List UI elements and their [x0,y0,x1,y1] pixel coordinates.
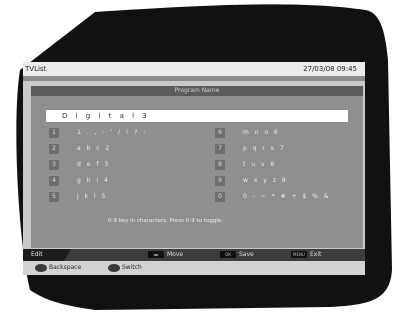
switch-label: Switch [122,264,142,271]
key-chars: j k l 5 [77,193,108,200]
menu-key-icon: MENU [291,251,307,258]
move-label: Move [167,251,184,258]
key-chars: t u v 8 [243,161,277,168]
key-6[interactable]: 6 m n o 6 [215,127,280,139]
key-0[interactable]: 0 0 - ~ * # + $ % & [215,191,331,203]
exit-button[interactable]: MENU Exit [291,249,321,261]
key-number: 2 [49,144,59,154]
key-5[interactable]: 5 j k l 5 [49,191,107,203]
key-7[interactable]: 7 p q r s 7 [215,143,286,155]
screen-content: Program Name D i g i t a l 3 1 1 . , - ' … [23,62,365,275]
green-button-icon [108,263,120,272]
backspace-label: Backspace [49,264,82,271]
key-number: 7 [215,144,225,154]
save-label: Save [239,251,254,258]
key-number: 1 [49,128,59,138]
key-number: 5 [49,192,59,202]
ok-key-icon: OK [220,251,236,258]
key-number: 6 [215,128,225,138]
key-1[interactable]: 1 1 . , - ' / ! ? : [49,127,147,139]
key-number: 4 [49,176,59,186]
key-chars: m n o 6 [243,129,280,136]
program-name-input[interactable]: D i g i t a l 3 [46,110,348,122]
key-3[interactable]: 3 d e f 3 [49,159,110,171]
key-chars: g h i 4 [77,177,110,184]
key-9[interactable]: 9 w x y z 9 [215,175,288,187]
key-chars: 1 . , - ' / ! ? : [77,129,148,136]
key-chars: a b c 2 [77,145,112,152]
key-number: 3 [49,160,59,170]
program-name-value: D i g i t a l 3 [62,112,150,120]
save-button[interactable]: OK Save [220,249,254,261]
key-chars: d e f 3 [77,161,111,168]
key-chars: p q r s 7 [243,145,286,152]
mode-tab: Edit [23,249,71,261]
left-right-key-icon: ◄► [148,251,164,258]
key-number: 0 [215,192,225,202]
key-4[interactable]: 4 g h i 4 [49,175,110,187]
key-number: 9 [215,176,225,186]
switch-button[interactable]: Switch [108,263,142,273]
red-button-icon [35,263,47,272]
move-button[interactable]: ◄► Move [148,249,183,261]
exit-label: Exit [310,251,322,258]
key-chars: w x y z 9 [243,177,288,184]
key-chars: 0 - ~ * # + $ % & [243,193,331,200]
panel-title: Program Name [31,86,363,96]
key-8[interactable]: 8 t u v 8 [215,159,276,171]
key-number: 8 [215,160,225,170]
input-hint: 0-9 key in characters. Press 0-9 to togg… [108,218,223,224]
backspace-button[interactable]: Backspace [35,263,81,273]
key-2[interactable]: 2 a b c 2 [49,143,111,155]
